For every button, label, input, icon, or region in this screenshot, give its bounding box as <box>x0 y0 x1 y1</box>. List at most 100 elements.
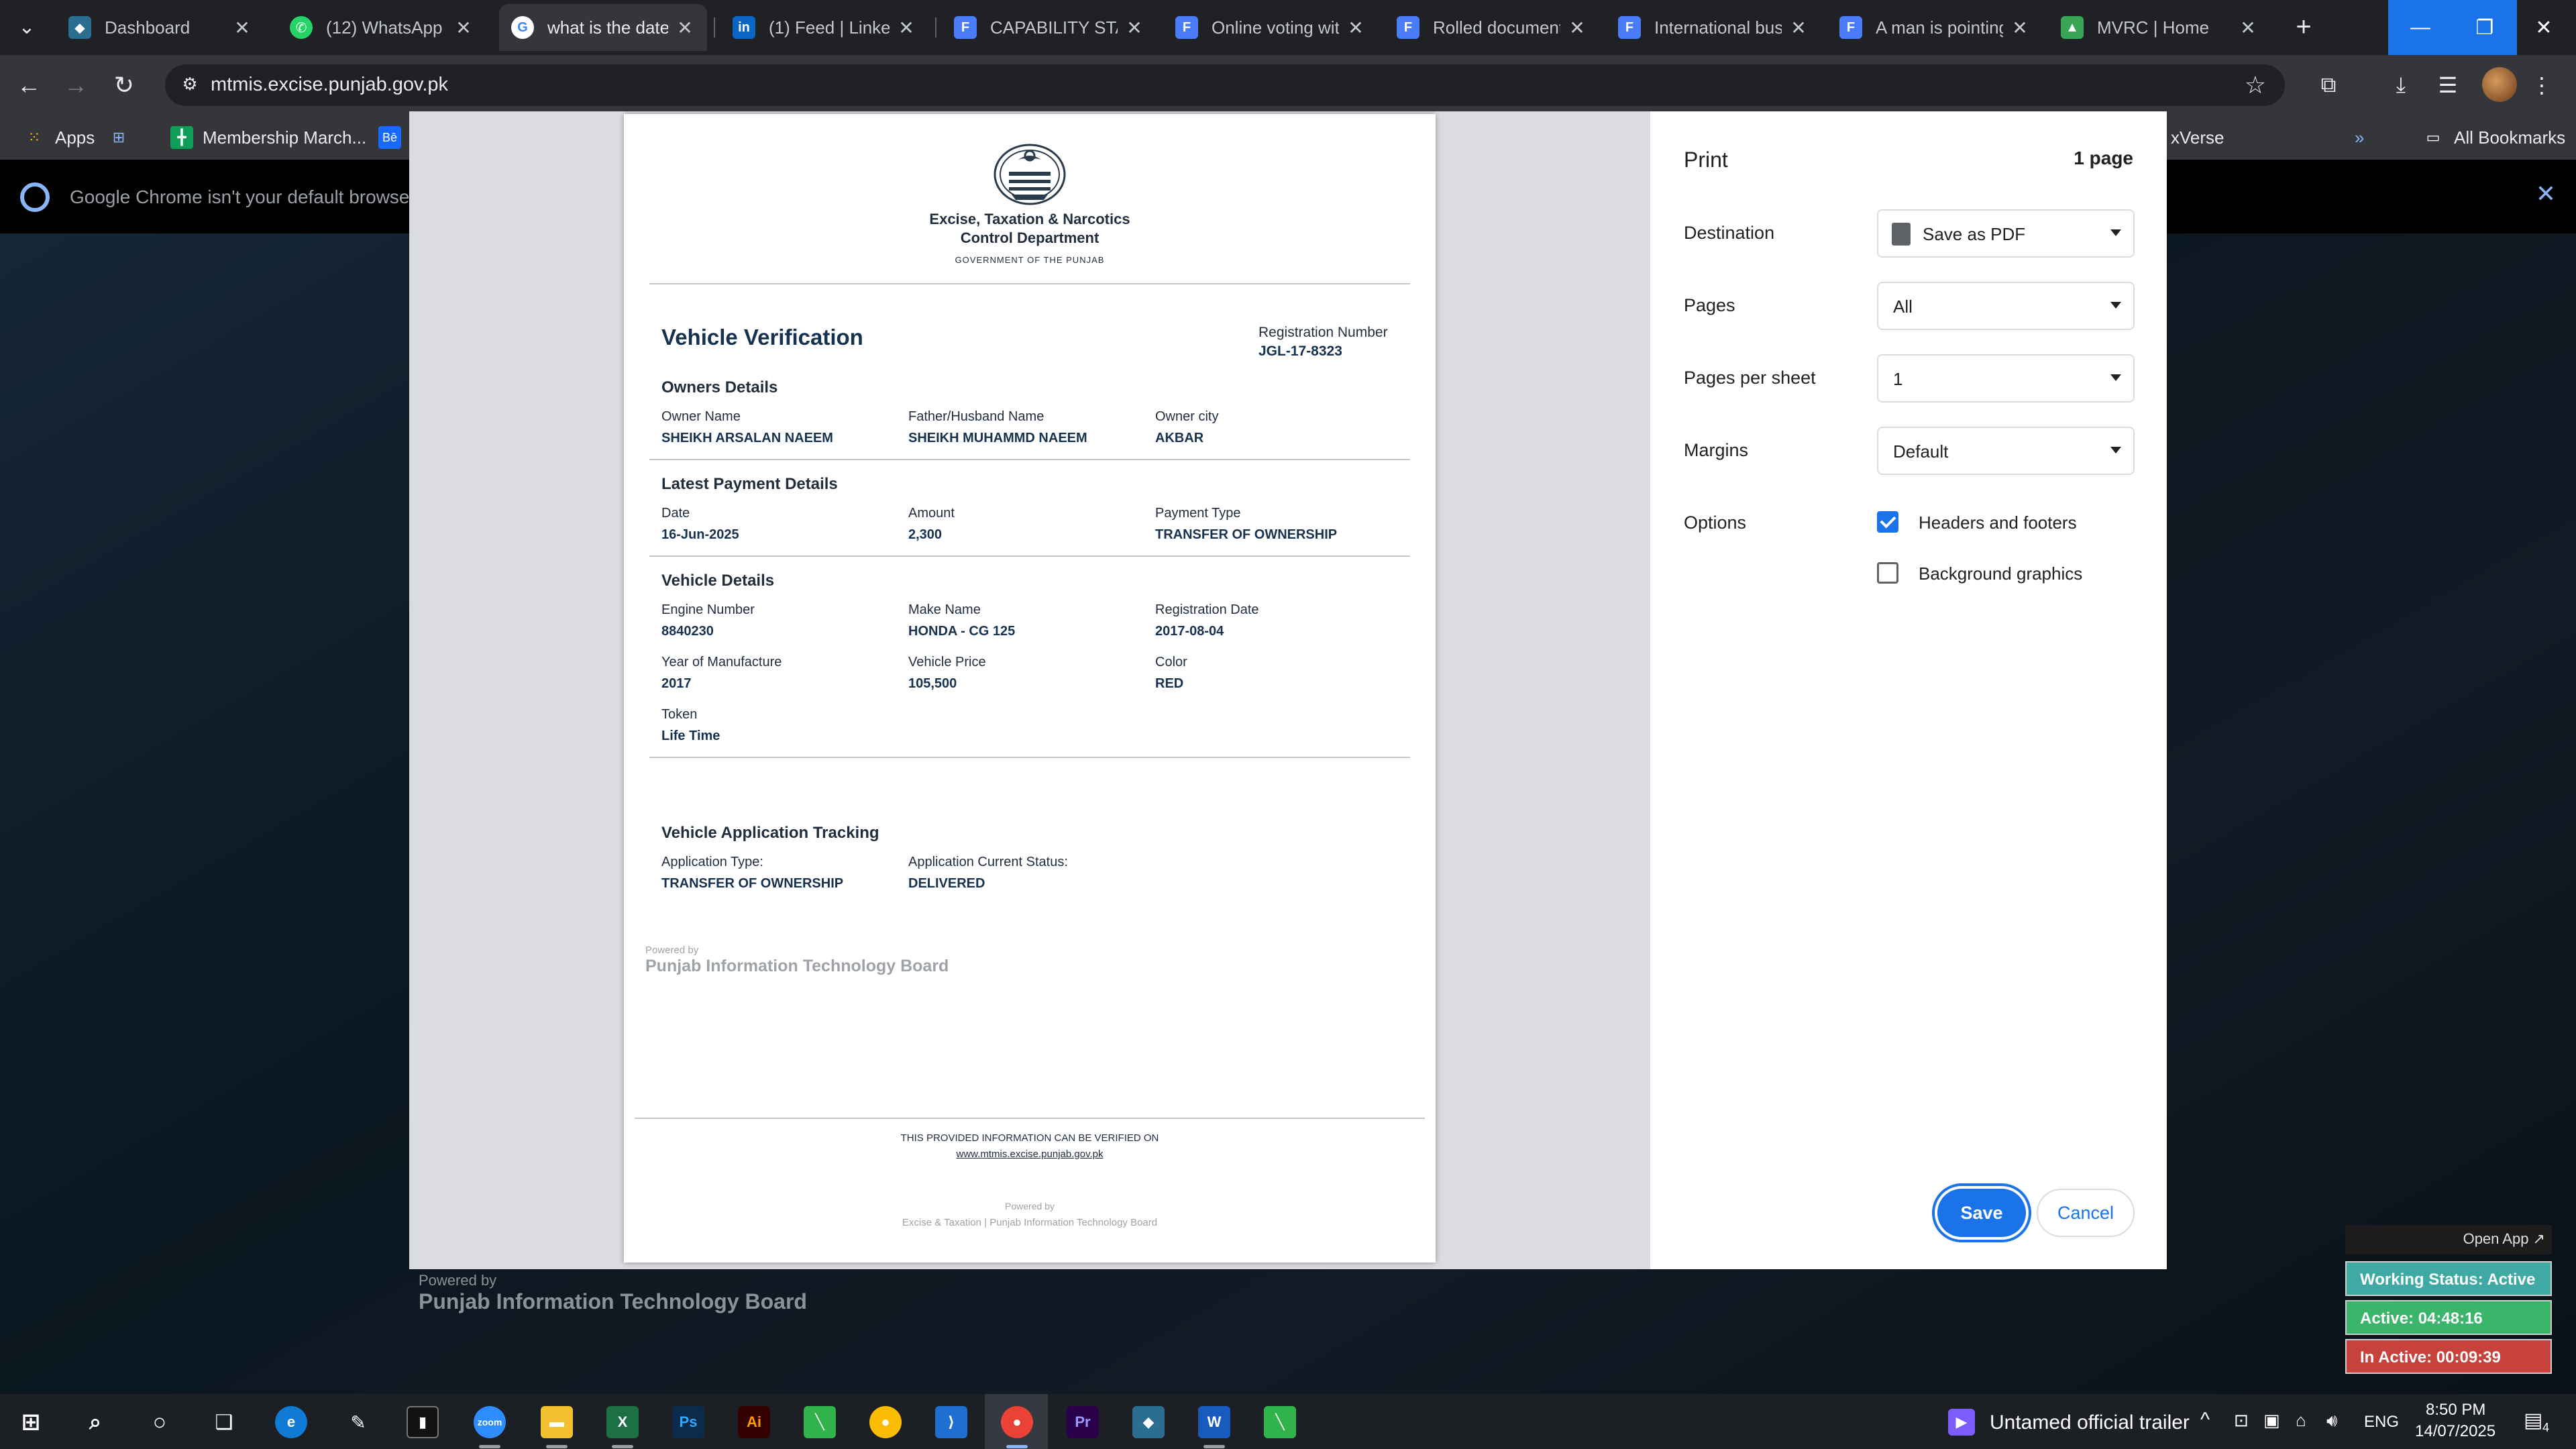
pages-per-sheet-select[interactable]: 1 <box>1877 354 2135 402</box>
tab-close-icon[interactable]: ✕ <box>2238 17 2258 39</box>
extensions-icon[interactable]: ⧉ <box>2313 70 2344 101</box>
tab-close-icon[interactable]: ✕ <box>896 17 916 39</box>
back-button[interactable]: ← <box>12 68 46 102</box>
premiere-icon[interactable]: Pr <box>1067 1406 1099 1438</box>
tray-chevron-up-icon[interactable]: ^ <box>2200 1409 2210 1432</box>
site-info-icon[interactable]: ⚙ <box>178 74 201 97</box>
application-status-label: Application Current Status: <box>908 855 1068 869</box>
document-title: Vehicle Verification <box>661 325 863 350</box>
background-graphics-checkbox[interactable] <box>1877 562 1898 584</box>
cortana-icon[interactable]: ○ <box>144 1406 176 1438</box>
tab-close-icon[interactable]: ✕ <box>1567 17 1587 39</box>
download-icon[interactable]: ⤓ <box>2385 70 2416 101</box>
tab-google-search[interactable]: G what is the date o ✕ <box>499 4 707 51</box>
clock-date[interactable]: 14/07/2025 <box>2415 1422 2496 1441</box>
father-name-value: SHEIKH MUHAMMD NAEEM <box>908 431 1087 445</box>
tab-title: (12) WhatsApp <box>326 17 443 38</box>
network-icon[interactable]: ⌂ <box>2296 1410 2306 1431</box>
address-bar[interactable]: ⚙ mtmis.excise.punjab.gov.pk ☆ <box>165 64 2285 106</box>
tab-close-icon[interactable]: ✕ <box>232 17 252 39</box>
tab-mvrc-home[interactable]: ▲ MVRC | Home ✕ <box>2049 4 2270 51</box>
registration-number-label: Registration Number <box>1258 325 1388 340</box>
file-explorer-icon[interactable]: ▬ <box>541 1406 573 1438</box>
bookmark-behance[interactable]: Bē <box>378 123 411 152</box>
tab-whatsapp[interactable]: ✆ (12) WhatsApp ✕ <box>278 4 486 51</box>
tracker-app-icon[interactable]: ╲ <box>1264 1406 1296 1438</box>
tab-rolled-document[interactable]: F Rolled document ✕ <box>1385 4 1599 51</box>
terminal-icon[interactable]: ▮ <box>407 1406 439 1438</box>
language-indicator[interactable]: ENG <box>2364 1413 2399 1432</box>
dashboard-app-icon[interactable]: ◆ <box>1132 1406 1165 1438</box>
chrome-taskbar-icon[interactable]: ● <box>869 1406 902 1438</box>
color-label: Color <box>1155 655 1187 669</box>
bookmark-label: xVerse <box>2171 127 2224 148</box>
owner-name-label: Owner Name <box>661 409 741 424</box>
tab-close-icon[interactable]: ✕ <box>1788 17 1809 39</box>
windows-start-icon[interactable]: ⊞ <box>15 1406 47 1438</box>
url-text[interactable]: mtmis.excise.punjab.gov.pk <box>211 74 448 96</box>
headers-footers-label[interactable]: Headers and footers <box>1919 513 2077 533</box>
tab-linkedin[interactable]: in (1) Feed | Linkedi ✕ <box>720 4 928 51</box>
edge-icon[interactable]: e <box>275 1406 307 1438</box>
tab-close-icon[interactable]: ✕ <box>453 17 474 39</box>
illustrator-icon[interactable]: Ai <box>738 1406 770 1438</box>
word-icon[interactable]: W <box>1198 1406 1230 1438</box>
display-icon[interactable]: ▣ <box>2263 1410 2280 1431</box>
all-bookmarks[interactable]: ▭ All Bookmarks <box>2422 123 2566 152</box>
photoshop-icon[interactable]: Ps <box>672 1406 704 1438</box>
tab-search-icon[interactable]: ⌄ <box>9 9 44 44</box>
headers-footers-checkbox[interactable] <box>1877 511 1898 533</box>
reading-list-icon[interactable]: ☰ <box>2432 70 2463 101</box>
tab-online-voting[interactable]: F Online voting wit ✕ <box>1163 4 1378 51</box>
profile-avatar[interactable] <box>2482 67 2517 102</box>
task-view-icon[interactable]: ❑ <box>208 1406 240 1438</box>
save-button[interactable]: Save <box>1937 1189 2026 1237</box>
tab-dashboard[interactable]: ◆ Dashboard ✕ <box>56 4 264 51</box>
time-tracker-icon[interactable]: ╲ <box>804 1406 836 1438</box>
media-icon[interactable]: ▶ <box>1948 1409 1975 1436</box>
forward-button[interactable]: → <box>59 68 93 102</box>
infobar-close-icon[interactable]: ✕ <box>2536 180 2556 208</box>
meet-icon[interactable]: ⊡ <box>2234 1410 2249 1431</box>
media-title[interactable]: Untamed official trailer <box>1990 1411 2190 1434</box>
bookmark-membership[interactable]: ╋ Membership March... <box>170 123 366 152</box>
bookmarks-overflow-icon[interactable]: » <box>2355 123 2364 152</box>
tab-close-icon[interactable]: ✕ <box>1346 17 1366 39</box>
volume-icon[interactable]: 🔊︎ <box>2326 1410 2337 1432</box>
tab-man-pointing[interactable]: F A man is pointing ✕ <box>1827 4 2042 51</box>
menu-icon[interactable]: ⋮ <box>2526 70 2557 101</box>
vehicle-details-heading: Vehicle Details <box>661 572 775 590</box>
restore-button[interactable]: ❐ <box>2453 0 2517 55</box>
tab-capability[interactable]: F CAPABILITY STATE ✕ <box>942 4 1157 51</box>
excel-icon[interactable]: X <box>606 1406 639 1438</box>
application-tracking-heading: Vehicle Application Tracking <box>661 824 879 842</box>
divider <box>649 459 1410 460</box>
zoom-icon[interactable]: zoom <box>474 1406 506 1438</box>
vscode-icon[interactable]: ⟩ <box>935 1406 967 1438</box>
background-graphics-label[interactable]: Background graphics <box>1919 564 2082 584</box>
tab-close-icon[interactable]: ✕ <box>1124 17 1144 39</box>
chrome-active-icon[interactable]: ● <box>1001 1406 1033 1438</box>
open-app-button[interactable]: Open App ↗ <box>2345 1225 2552 1254</box>
minimize-button[interactable]: — <box>2388 0 2453 55</box>
pen-icon[interactable]: ✎ <box>342 1406 374 1438</box>
footer-link[interactable]: www.mtmis.excise.punjab.gov.pk <box>624 1148 1436 1160</box>
destination-select[interactable]: Save as PDF <box>1877 209 2135 258</box>
bookmark-apps[interactable]: ⁙ Apps <box>23 123 95 152</box>
reload-button[interactable]: ↻ <box>107 68 141 102</box>
margins-select[interactable]: Default <box>1877 427 2135 475</box>
bookmark-more[interactable]: xVerse <box>2171 123 2224 152</box>
bookmark-grid[interactable]: ⊞ <box>107 123 140 152</box>
search-icon[interactable]: ⌕ <box>79 1406 111 1438</box>
cancel-button[interactable]: Cancel <box>2037 1189 2135 1237</box>
bookmark-star-icon[interactable]: ☆ <box>2245 71 2266 99</box>
close-window-button[interactable]: ✕ <box>2512 0 2576 55</box>
notification-icon[interactable]: ▤ <box>2524 1409 2542 1432</box>
tab-close-icon[interactable]: ✕ <box>2010 17 2030 39</box>
new-tab-button[interactable]: + <box>2286 9 2321 44</box>
pages-select[interactable]: All <box>1877 282 2135 330</box>
tab-close-icon[interactable]: ✕ <box>675 17 695 39</box>
folder-icon: ▭ <box>2426 129 2440 146</box>
clock-time[interactable]: 8:50 PM <box>2426 1401 2485 1419</box>
tab-international[interactable]: F International bus ✕ <box>1606 4 1821 51</box>
